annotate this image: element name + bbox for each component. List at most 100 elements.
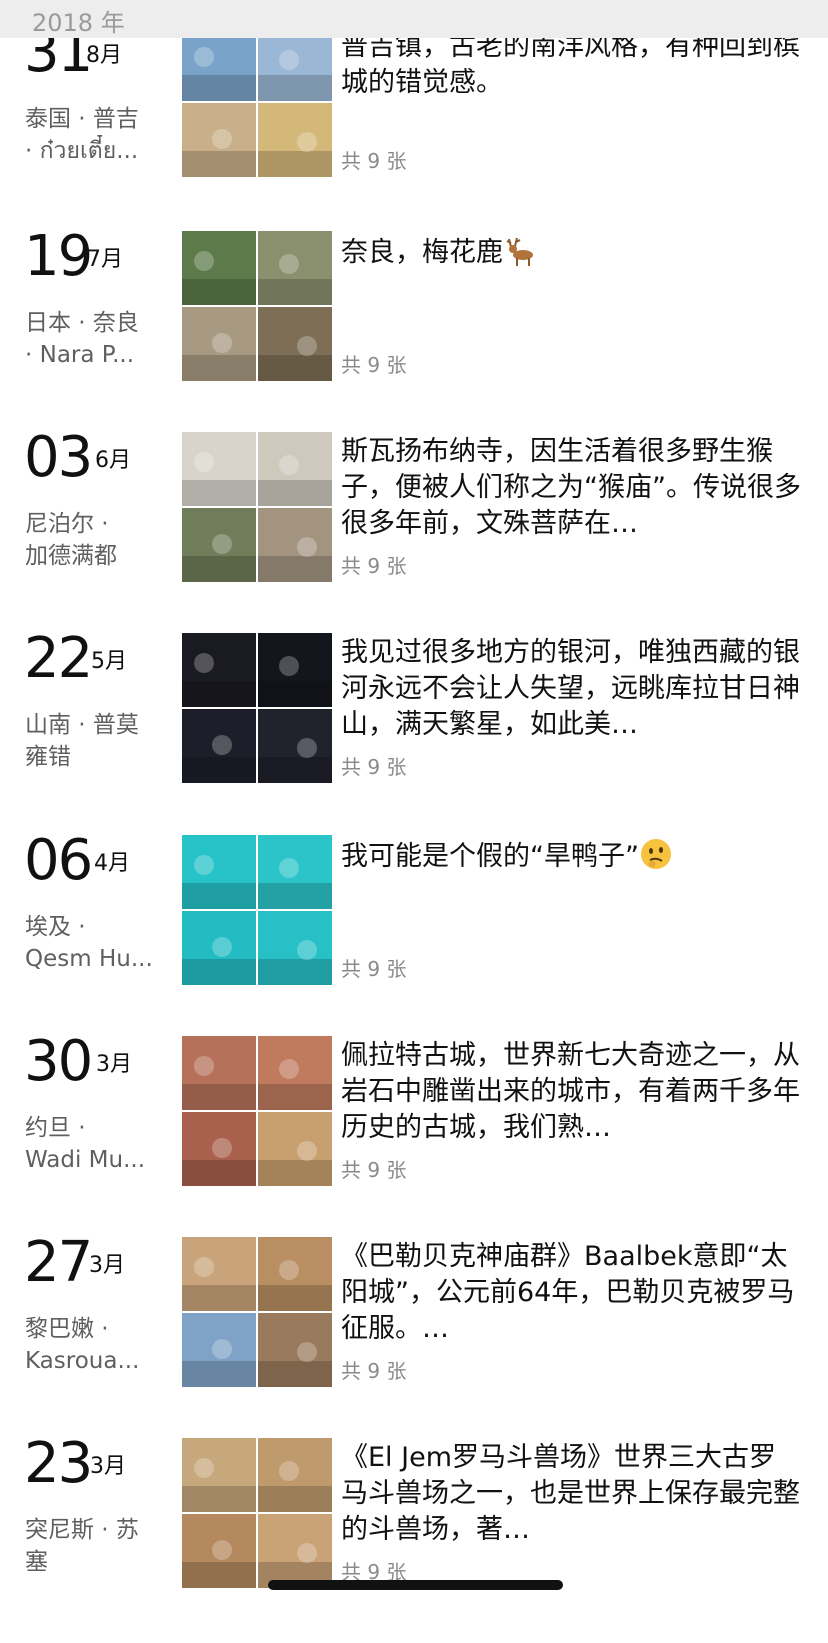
photo-grid[interactable]	[182, 1036, 332, 1186]
entry-caption: 斯瓦扬布纳寺，因生活着很多野生猴子，便被人们称之为“猴庙”。传说很多很多年前，文…	[341, 434, 803, 542]
caption-text: 斯瓦扬布纳寺，因生活着很多野生猴子，便被人们称之为“猴庙”。传说很多很多年前，文…	[341, 436, 801, 539]
entry-location: 山南 · 普莫 雍错	[25, 709, 160, 773]
photo-thumbnail[interactable]	[258, 1438, 332, 1512]
entry-day: 22	[24, 626, 93, 691]
photo-thumbnail[interactable]	[258, 27, 332, 101]
entry-month: 3月	[90, 1454, 126, 1479]
entry-caption: 奈良，梅花鹿	[341, 233, 803, 271]
photo-thumbnail[interactable]	[258, 835, 332, 909]
photo-grid[interactable]	[182, 432, 332, 582]
photo-thumbnail[interactable]	[182, 1036, 256, 1110]
photo-thumbnail[interactable]	[182, 1514, 256, 1588]
photo-thumbnail[interactable]	[258, 1313, 332, 1387]
photo-thumbnail[interactable]	[258, 231, 332, 305]
photo-count: 共 9 张	[341, 1158, 407, 1182]
caption-text: 《El Jem罗马斗兽场》世界三大古罗马斗兽场之一，也是世界上保存最完整的斗兽场…	[341, 1442, 800, 1545]
moment-entry[interactable]: 23 3月突尼斯 · 苏塞 《El Jem罗马斗兽场》世界三大古罗马斗兽场之一，也是…	[0, 1432, 828, 1643]
photo-thumbnail[interactable]	[258, 633, 332, 707]
entry-month: 5月	[91, 649, 127, 674]
photo-grid[interactable]	[182, 231, 332, 381]
caption-text: 奈良，梅花鹿	[341, 237, 503, 268]
entry-location: 黎巴嫩 · Kasroua...	[25, 1313, 160, 1377]
entry-caption: 我可能是个假的“旱鸭子”	[341, 837, 803, 875]
photo-thumbnail[interactable]	[258, 911, 332, 985]
photo-thumbnail[interactable]	[258, 1237, 332, 1311]
photo-thumbnail[interactable]	[258, 709, 332, 783]
photo-thumbnail[interactable]	[182, 307, 256, 381]
entry-location: 约旦 · Wadi Mu...	[25, 1112, 160, 1176]
photo-thumbnail[interactable]	[182, 508, 256, 582]
location-line: 尼泊尔 ·	[25, 511, 109, 537]
entry-month: 8月	[86, 43, 122, 68]
year-label: 2018 年	[32, 9, 125, 37]
location-line: 日本 · 奈良	[25, 310, 139, 336]
photo-thumbnail[interactable]	[258, 1112, 332, 1186]
entry-caption: 佩拉特古城，世界新七大奇迹之一，从岩石中雕凿出来的城市，有着两千多年历史的古城，…	[341, 1038, 803, 1146]
photo-count: 共 9 张	[341, 554, 407, 578]
photo-thumbnail[interactable]	[258, 103, 332, 177]
photo-thumbnail[interactable]	[182, 911, 256, 985]
entry-month: 6月	[95, 448, 131, 473]
photo-thumbnail[interactable]	[182, 709, 256, 783]
entry-caption: 《El Jem罗马斗兽场》世界三大古罗马斗兽场之一，也是世界上保存最完整的斗兽场…	[341, 1440, 803, 1548]
photo-thumbnail[interactable]	[182, 835, 256, 909]
entry-caption: 普吉镇，古老的南洋风格，有种回到槟城的错觉感。	[341, 29, 803, 101]
entry-caption: 我见过很多地方的银河，唯独西藏的银河永远不会让人失望，远眺库拉甘日神山，满天繁星…	[341, 635, 803, 743]
photo-thumbnail[interactable]	[258, 1514, 332, 1588]
caption-text: 普吉镇，古老的南洋风格，有种回到槟城的错觉感。	[341, 31, 800, 98]
year-section-header: 2018 年	[0, 0, 828, 38]
photo-count: 共 9 张	[341, 353, 407, 377]
location-line: 泰国 · 普吉	[25, 106, 139, 132]
photo-thumbnail[interactable]	[258, 432, 332, 506]
location-line: 埃及 ·	[25, 914, 86, 940]
photo-thumbnail[interactable]	[182, 1112, 256, 1186]
location-line: 黎巴嫩 ·	[25, 1316, 109, 1342]
moment-entry[interactable]: 06 4月 埃及 · Qesm Hu... 我可能是个假的“旱鸭子” 共 9 张	[0, 829, 828, 1040]
entry-location: 埃及 · Qesm Hu...	[25, 911, 160, 975]
moment-entry[interactable]: 19 7月日本 · 奈良 · Nara P... 奈良，梅花鹿共 9 张	[0, 225, 828, 436]
photo-thumbnail[interactable]	[182, 103, 256, 177]
moment-entry[interactable]: 31 8月 泰国 · 普吉 · ก๋วยเตี๋ย... 普吉镇，古老的南洋风格，有种回…	[0, 21, 828, 232]
photo-thumbnail[interactable]	[182, 231, 256, 305]
entry-day: 23	[24, 1431, 93, 1496]
photo-thumbnail[interactable]	[182, 432, 256, 506]
entry-caption: 《巴勒贝克神庙群》Baalbek意即“太阳城”，公元前64年，巴勒贝克被罗马征服…	[341, 1239, 803, 1347]
entry-location: 泰国 · 普吉 · ก๋วยเตี๋ย...	[25, 103, 160, 167]
photo-thumbnail[interactable]	[182, 633, 256, 707]
caption-text: 我见过很多地方的银河，唯独西藏的银河永远不会让人失望，远眺库拉甘日神山，满天繁星…	[341, 637, 800, 740]
photo-grid[interactable]	[182, 633, 332, 783]
photo-grid[interactable]	[182, 1438, 332, 1588]
entry-month: 3月	[89, 1253, 125, 1278]
location-line: 雍错	[25, 744, 71, 770]
photo-thumbnail[interactable]	[182, 1313, 256, 1387]
photo-grid[interactable]	[182, 27, 332, 177]
entry-month: 7月	[87, 247, 123, 272]
moment-entry[interactable]: 22 5月山南 · 普莫 雍错 我见过很多地方的银河，唯独西藏的银河永远不会让人失望，…	[0, 627, 828, 838]
location-line: 约旦 ·	[25, 1115, 86, 1141]
entry-location: 日本 · 奈良 · Nara P...	[25, 307, 160, 371]
photo-count: 共 9 张	[341, 1359, 407, 1383]
photo-thumbnail[interactable]	[182, 1237, 256, 1311]
photo-count: 共 9 张	[341, 755, 407, 779]
moment-entry[interactable]: 30 3月 约旦 · Wadi Mu... 佩拉特古城，世界新七大奇迹之一，从岩石中雕凿…	[0, 1030, 828, 1241]
photo-thumbnail[interactable]	[258, 508, 332, 582]
moment-entry[interactable]: 27 3月 黎巴嫩 · Kasroua... 《巴勒贝克神庙群》Baalbek意即“太阳…	[0, 1231, 828, 1442]
home-indicator[interactable]	[268, 1580, 563, 1590]
location-line: · ก๋วยเตี๋ย...	[25, 138, 139, 164]
entry-location: 突尼斯 · 苏塞	[25, 1514, 160, 1578]
photo-grid[interactable]	[182, 1237, 332, 1387]
entry-day: 19	[24, 224, 93, 289]
photo-grid[interactable]	[182, 835, 332, 985]
photo-thumbnail[interactable]	[182, 1438, 256, 1512]
photo-thumbnail[interactable]	[182, 27, 256, 101]
moment-entry[interactable]: 03 6月尼泊尔 · 加德满都 斯瓦扬布纳寺，因生活着很多野生猴子，便被人们称之为“猴…	[0, 426, 828, 637]
entry-day: 03	[24, 425, 93, 490]
photo-thumbnail[interactable]	[258, 307, 332, 381]
caption-text: 佩拉特古城，世界新七大奇迹之一，从岩石中雕凿出来的城市，有着两千多年历史的古城，…	[341, 1040, 800, 1143]
location-line: Qesm Hu...	[25, 946, 153, 972]
photo-thumbnail[interactable]	[258, 1036, 332, 1110]
location-line: 山南 · 普莫	[25, 712, 139, 738]
entry-location: 尼泊尔 · 加德满都	[25, 508, 160, 572]
caption-text: 我可能是个假的“旱鸭子”	[341, 841, 639, 872]
thinking-face-icon	[639, 839, 673, 872]
